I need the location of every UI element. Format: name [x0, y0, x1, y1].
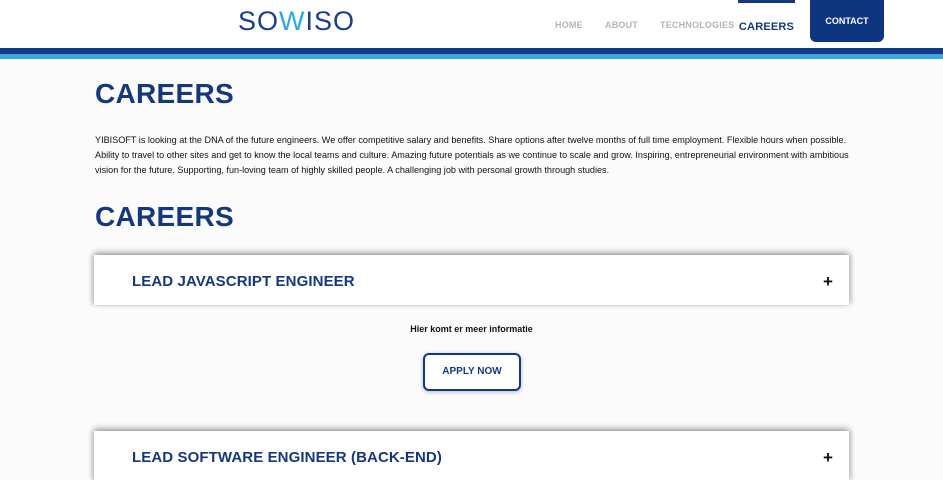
job-title: LEAD SOFTWARE ENGINEER (BACK-END): [132, 449, 442, 466]
nav-technologies[interactable]: TECHNOLOGIES: [660, 20, 734, 30]
logo-text-suffix: ISO: [305, 6, 356, 36]
nav-about[interactable]: ABOUT: [605, 20, 638, 30]
expand-plus-icon[interactable]: +: [823, 273, 833, 290]
header-stripe-light: [0, 54, 943, 59]
nav-careers-active[interactable]: CAREERS: [738, 0, 795, 48]
sowiso-logo[interactable]: SOWISO: [238, 6, 355, 36]
job-accordion-header[interactable]: LEAD SOFTWARE ENGINEER (BACK-END) +: [94, 431, 849, 480]
expand-plus-icon[interactable]: +: [823, 449, 833, 466]
careers-intro-text: YIBISOFT is looking at the DNA of the fu…: [95, 135, 849, 175]
section-title-careers: CAREERS: [95, 201, 235, 232]
job-details-text: Hier komt er meer informatie: [410, 324, 533, 334]
job-accordion-header[interactable]: LEAD JAVASCRIPT ENGINEER +: [94, 255, 849, 305]
job-title: LEAD JAVASCRIPT ENGINEER: [132, 273, 355, 290]
nav-home[interactable]: HOME: [555, 20, 583, 30]
apply-now-button[interactable]: APPLY NOW: [423, 353, 521, 391]
logo-text-prefix: SO: [238, 6, 280, 36]
site-header: SOWISO HOME ABOUT TECHNOLOGIES CAREERS C…: [0, 0, 943, 48]
nav-contact-button[interactable]: CONTACT: [810, 0, 884, 42]
logo-text-accent: W: [279, 6, 306, 36]
page-title: CAREERS: [95, 78, 235, 109]
